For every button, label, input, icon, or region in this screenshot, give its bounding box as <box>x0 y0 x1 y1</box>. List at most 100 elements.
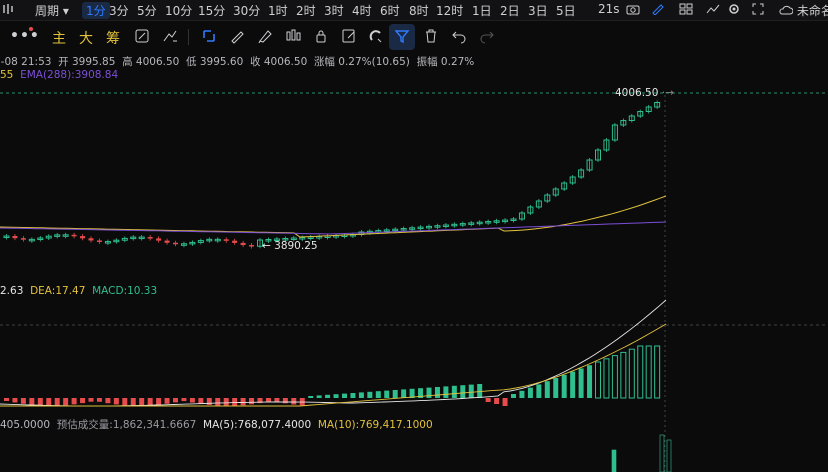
macd-bar <box>451 385 457 398</box>
macd-bar <box>561 374 567 398</box>
volume-bar <box>666 439 672 472</box>
low-price-marker: ← 3890.25 <box>262 240 318 252</box>
macd-legend: 2.63 DEA:17.47 MACD:10.33 <box>0 285 158 297</box>
macd-bar <box>460 385 466 398</box>
price-chart[interactable] <box>0 0 828 472</box>
macd-bar <box>46 398 52 406</box>
candle-body <box>240 242 246 246</box>
macd-bar <box>215 398 221 406</box>
macd-bar <box>620 351 627 399</box>
macd-bar <box>291 398 297 405</box>
macd-bar <box>54 398 60 406</box>
candle-body <box>164 240 170 243</box>
macd-bar <box>654 345 661 399</box>
macd-bar <box>147 398 153 406</box>
macd-bar <box>342 393 347 398</box>
ema-short-line <box>0 195 667 238</box>
macd-bar <box>139 398 145 406</box>
macd-bar <box>189 398 195 403</box>
macd-bar <box>164 398 170 404</box>
macd-bar <box>113 398 119 405</box>
macd-bar <box>156 398 162 405</box>
volume-bar <box>659 434 665 472</box>
macd-bar <box>88 398 94 402</box>
macd-bar <box>611 355 618 399</box>
volume-bar <box>611 449 617 472</box>
candle-body <box>20 238 26 240</box>
macd-bar <box>511 394 516 398</box>
macd-bar <box>544 381 550 398</box>
macd-bar <box>249 398 255 405</box>
candle-body <box>12 236 18 239</box>
macd-bar <box>274 398 280 402</box>
macd-bar <box>63 398 69 406</box>
macd-bar <box>130 398 136 406</box>
macd-bar <box>375 391 381 398</box>
macd-bar <box>426 387 432 398</box>
candle-body <box>232 240 238 243</box>
macd-bar <box>645 345 652 399</box>
macd-bar <box>587 365 593 398</box>
macd-bar <box>80 398 86 404</box>
macd-bar <box>12 398 18 403</box>
macd-bar <box>519 390 525 398</box>
candles <box>3 100 661 249</box>
macd-bar <box>4 398 9 401</box>
macd-bar <box>502 398 508 406</box>
candle-body <box>147 237 153 239</box>
macd-bar <box>316 395 322 398</box>
macd-bar <box>181 398 187 402</box>
macd-bar <box>628 348 635 399</box>
macd-bar <box>122 398 128 406</box>
candle-body <box>156 238 162 241</box>
macd-bar <box>603 358 610 399</box>
candle-body <box>249 245 255 247</box>
macd-bar <box>325 394 331 398</box>
candle-body <box>88 238 94 241</box>
macd-bar <box>468 384 474 398</box>
macd-bar <box>384 390 390 398</box>
macd-bar <box>595 361 601 399</box>
macd-bar <box>485 398 491 402</box>
macd-bar <box>570 371 576 398</box>
macd-histogram <box>4 345 661 406</box>
macd-bar <box>20 398 26 404</box>
macd-bar <box>553 378 559 398</box>
macd-bar <box>443 386 449 398</box>
macd-bar <box>282 398 288 404</box>
candle-body <box>223 239 229 241</box>
macd-bar <box>477 384 483 398</box>
last-price-label: 4006.50 ·→ <box>615 87 674 99</box>
macd-bar <box>105 398 111 404</box>
macd-bar <box>392 390 398 398</box>
macd-bar <box>367 391 373 398</box>
macd-bar <box>527 387 533 398</box>
candle-body <box>173 242 178 245</box>
macd-bar <box>536 384 542 398</box>
macd-bar <box>265 398 271 402</box>
macd-bar <box>401 389 407 398</box>
macd-bar <box>223 398 229 406</box>
ema-288-line <box>0 221 667 235</box>
candle-body <box>96 240 102 242</box>
candle-body <box>71 234 77 237</box>
macd-bar <box>637 345 644 399</box>
macd-bar <box>206 398 212 405</box>
volume-bars <box>611 434 672 472</box>
macd-bar <box>578 368 584 398</box>
macd-bar <box>494 398 500 404</box>
macd-bar <box>173 398 178 403</box>
macd-bar <box>37 398 43 406</box>
macd-bar <box>96 398 102 402</box>
macd-bar <box>350 393 356 398</box>
macd-bar <box>333 394 339 398</box>
macd-bar <box>308 396 314 398</box>
macd-bar <box>29 398 35 405</box>
volume-legend: 405.0000 预估成交量:1,862,341.6667 MA(5):768,… <box>0 419 433 431</box>
macd-bar <box>434 387 440 398</box>
macd-bar <box>198 398 204 404</box>
macd-bar <box>358 392 364 398</box>
macd-bar <box>232 398 238 406</box>
macd-bar <box>71 398 77 405</box>
candle-body <box>80 236 86 239</box>
